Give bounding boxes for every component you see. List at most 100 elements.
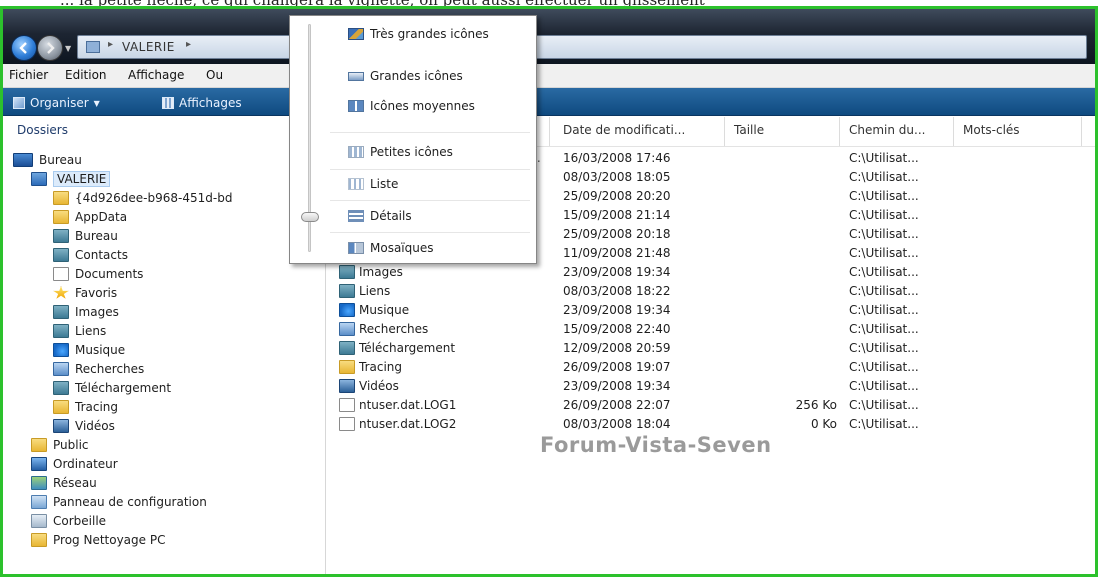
desktop-folder-icon [53,229,69,243]
row-date: 26/09/2008 22:07 [563,398,671,412]
row-date: 15/09/2008 22:40 [563,322,671,336]
tree-item-reseau[interactable]: Réseau [31,474,97,492]
row-date: 23/09/2008 19:34 [563,265,671,279]
tree-item-corbeille[interactable]: Corbeille [31,512,106,530]
affichages-button[interactable]: Affichages [162,94,242,112]
table-row[interactable]: Musique 23/09/2008 19:34 C:\Utilisat... [327,302,1095,320]
view-medium-icons[interactable]: Icônes moyennes [348,96,475,116]
table-row[interactable]: ntuser.dat.LOG2 08/03/2008 18:04 0 Ko C:\Ut… [327,416,1095,434]
table-row[interactable]: Vidéos 23/09/2008 19:34 C:\Utilisat... [327,378,1095,396]
table-row[interactable]: ntuser.dat.LOG1 26/09/2008 22:07 256 Ko C:\… [327,397,1095,415]
tiles-icon [348,242,364,254]
music-icon [339,303,355,317]
tree-item-contacts[interactable]: Contacts [53,246,128,264]
row-date: 23/09/2008 19:34 [563,379,671,393]
view-list[interactable]: Liste [348,174,398,194]
organiser-button[interactable]: Organiser ▼ [13,94,100,112]
forward-button[interactable] [37,35,63,61]
column-header-date[interactable]: Date de modificati... [563,123,685,143]
star-icon [53,286,69,299]
table-row[interactable]: Tracing 26/09/2008 19:07 C:\Utilisat... [327,359,1095,377]
view-very-large-icons[interactable]: Très grandes icônes [348,24,489,44]
back-button[interactable] [11,35,37,61]
icon-size-slider-thumb[interactable] [301,212,319,222]
breadcrumb-valerie[interactable]: VALERIE [122,40,175,54]
row-name: Images [359,265,403,279]
column-separator[interactable] [549,117,550,147]
view-small-icons[interactable]: Petites icônes [348,142,453,162]
column-separator[interactable] [953,117,954,147]
tree-item-liens[interactable]: Liens [53,322,106,340]
view-label: Détails [370,209,412,223]
column-header-taille[interactable]: Taille [734,123,764,143]
tree-item-videos[interactable]: Vidéos [53,417,115,435]
search-folder-icon [53,362,69,376]
folder-icon [53,191,69,205]
row-name: Tracing [359,360,403,374]
images-icon [53,305,69,319]
tree-item-telechargement[interactable]: Téléchargement [53,379,171,397]
tree-item-bureau-sub[interactable]: Bureau [53,227,118,245]
view-large-icons[interactable]: Grandes icônes [348,66,463,86]
row-path: C:\Utilisat... [849,417,919,431]
contacts-icon [53,248,69,262]
tree-item-favoris[interactable]: Favoris [53,284,117,302]
row-size: 0 Ko [810,417,837,431]
menu-fichier[interactable]: Fichier [9,68,48,82]
tree-item-ordinateur[interactable]: Ordinateur [31,455,118,473]
row-path: C:\Utilisat... [849,303,919,317]
tree-item-images[interactable]: Images [53,303,119,321]
row-date: 15/09/2008 21:14 [563,208,671,222]
row-date: 08/03/2008 18:22 [563,284,671,298]
tree-item-panneau-configuration[interactable]: Panneau de configuration [31,493,207,511]
list-icon [348,178,364,190]
tree-item-tracing[interactable]: Tracing [53,398,118,416]
breadcrumb-arrow-icon[interactable]: ▸ [108,39,113,50]
breadcrumb-arrow-icon[interactable]: ▸ [186,39,191,50]
control-panel-icon [31,495,47,509]
column-header-mots-cles[interactable]: Mots-clés [963,123,1020,143]
column-separator[interactable] [724,117,725,147]
row-path: C:\Utilisat... [849,189,919,203]
table-row[interactable]: Recherches 15/09/2008 22:40 C:\Utilisat... [327,321,1095,339]
column-separator[interactable] [1081,117,1082,147]
row-name: Liens [359,284,391,298]
row-path: C:\Utilisat... [849,170,919,184]
view-tiles[interactable]: Mosaïques [348,238,434,258]
tree-item-appdata[interactable]: AppData [53,208,127,226]
desktop-icon [13,153,33,167]
table-row[interactable]: Images 23/09/2008 19:34 C:\Utilisat... [327,264,1095,282]
organiser-label: Organiser [30,96,89,110]
folders-pane: Dossiers Bureau VALERIE {4d926dee-b968-4… [3,117,326,574]
row-name: Vidéos [359,379,399,393]
column-separator[interactable] [839,117,840,147]
menu-affichage[interactable]: Affichage [128,68,184,82]
row-date: 16/03/2008 17:46 [563,151,671,165]
column-header-chemin[interactable]: Chemin du... [849,123,925,143]
menu-separator [330,132,530,133]
recent-pages-dropdown-icon[interactable]: ▼ [65,44,71,53]
tree-item-musique[interactable]: Musique [53,341,125,359]
menu-edition[interactable]: Edition [65,68,107,82]
tree-item-public[interactable]: Public [31,436,89,454]
table-row[interactable]: Liens 08/03/2008 18:22 C:\Utilisat... [327,283,1095,301]
tree-item-documents[interactable]: Documents [53,265,143,283]
view-details[interactable]: Détails [348,206,412,226]
view-label: Liste [370,177,399,191]
menu-outils[interactable]: Ou [206,68,223,82]
table-row[interactable]: Téléchargement 12/09/2008 20:59 C:\Utilisa… [327,340,1095,358]
views-icon [162,97,174,109]
address-bar[interactable]: ▸ VALERIE ▸ [77,35,1087,59]
images-icon [339,265,355,279]
row-size: 256 Ko [795,398,837,412]
tree-item-recherches[interactable]: Recherches [53,360,144,378]
view-label: Icônes moyennes [370,99,475,113]
folders-header[interactable]: Dossiers [17,123,68,137]
tree-item-bureau[interactable]: Bureau [13,151,82,169]
search-folder-icon [339,322,355,336]
row-name: Musique [359,303,410,317]
tree-item-guid-folder[interactable]: {4d926dee-b968-451d-bd [53,189,232,207]
tree-item-prog-nettoyage[interactable]: Prog Nettoyage PC [31,531,165,549]
tree-item-valerie[interactable]: VALERIE [31,170,111,188]
user-folder-icon [31,172,47,186]
